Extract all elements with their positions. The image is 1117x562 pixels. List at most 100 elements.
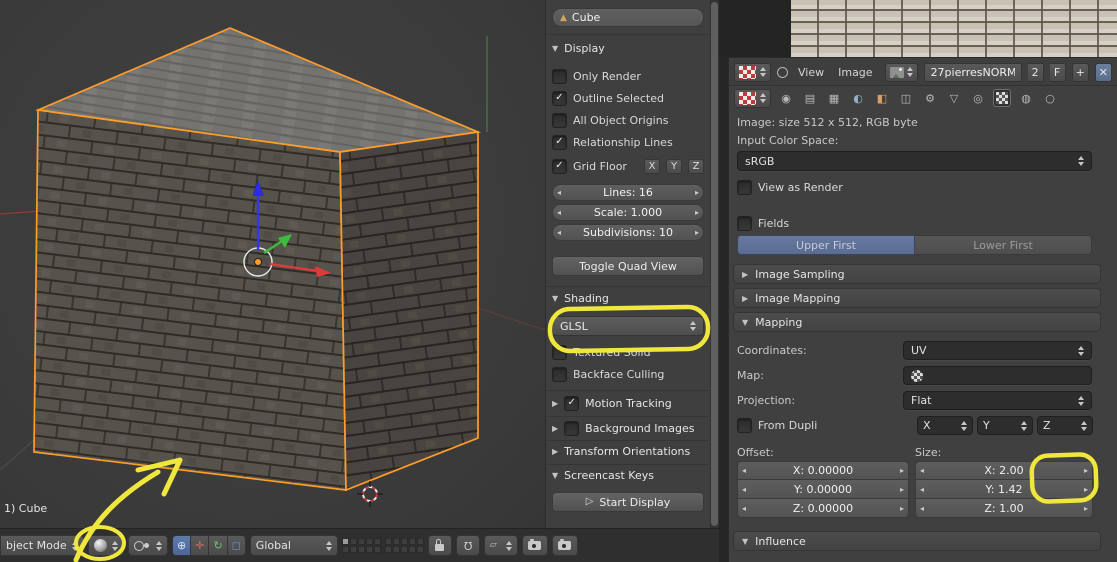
- npanel-scrollbar[interactable]: [710, 0, 719, 528]
- display-panel-header[interactable]: ▼ Display: [552, 42, 704, 55]
- checkbox[interactable]: [552, 159, 567, 174]
- context-material-tab[interactable]: ◎: [969, 89, 987, 107]
- checkbox-view-as-render[interactable]: View as Render: [737, 179, 1092, 195]
- grid-lines-field[interactable]: ◂ Lines: 16 ▸: [552, 184, 704, 201]
- grid-scale-field[interactable]: ◂ Scale: 1.000 ▸: [552, 204, 704, 221]
- background-images-panel-header[interactable]: ▶ Background Images: [552, 421, 704, 436]
- axis-y-dropdown[interactable]: Y: [977, 416, 1033, 435]
- upper-first-button[interactable]: Upper First: [737, 235, 915, 255]
- increment-arrow-icon[interactable]: ▸: [695, 228, 699, 237]
- checkbox-backface-culling[interactable]: Backface Culling: [552, 366, 704, 382]
- transform-orientations-panel-header[interactable]: ▶ Transform Orientations: [552, 445, 704, 458]
- layer-cell[interactable]: [393, 538, 400, 545]
- screencast-keys-panel-header[interactable]: ▼ Screencast Keys: [552, 469, 704, 482]
- lower-first-button[interactable]: Lower First: [915, 235, 1092, 255]
- editor-type-button[interactable]: [734, 89, 771, 108]
- layer-grid-2[interactable]: [385, 538, 424, 553]
- layer-cell[interactable]: [409, 546, 416, 553]
- context-scene-tab[interactable]: ▦: [825, 89, 843, 107]
- checkbox-grid-floor[interactable]: Grid Floor X Y Z: [552, 158, 704, 174]
- checkbox-fields[interactable]: Fields: [737, 215, 1092, 231]
- transform-orientation-dropdown[interactable]: Global: [250, 535, 338, 556]
- context-particles-tab[interactable]: ◍: [1017, 89, 1035, 107]
- snap-magnet-button[interactable]: Ω: [456, 535, 480, 556]
- checkbox[interactable]: [552, 69, 567, 84]
- context-constraints-tab[interactable]: ◫: [897, 89, 915, 107]
- checkbox[interactable]: [737, 180, 752, 195]
- grid-axis-y-button[interactable]: Y: [666, 159, 682, 174]
- 3d-viewport[interactable]: 1) Cube: [0, 0, 545, 528]
- image-editor-view[interactable]: [719, 0, 1117, 57]
- shading-mode-dropdown[interactable]: GLSL: [552, 316, 704, 336]
- layer-cell[interactable]: [358, 538, 365, 545]
- offset-x-field[interactable]: ◂ X: 0.00000 ▸: [737, 461, 909, 480]
- layer-cell[interactable]: [374, 546, 381, 553]
- checkbox[interactable]: [737, 418, 752, 433]
- checkbox-only-render[interactable]: Only Render: [552, 68, 704, 84]
- increment-arrow-icon[interactable]: ▸: [695, 208, 699, 217]
- increment-arrow-icon[interactable]: ▸: [1084, 466, 1088, 475]
- layer-cell[interactable]: [366, 546, 373, 553]
- context-data-tab[interactable]: ▽: [945, 89, 963, 107]
- increment-arrow-icon[interactable]: ▸: [1084, 504, 1088, 513]
- checkbox[interactable]: [737, 216, 752, 231]
- layer-cell[interactable]: [374, 538, 381, 545]
- layer-cell[interactable]: [401, 538, 408, 545]
- mapping-section-header[interactable]: ▼ Mapping: [733, 312, 1101, 332]
- offset-y-field[interactable]: ◂ Y: 0.00000 ▸: [737, 480, 909, 499]
- increment-arrow-icon[interactable]: ▸: [900, 485, 904, 494]
- checkbox-all-object-origins[interactable]: All Object Origins: [552, 112, 704, 128]
- color-space-dropdown[interactable]: sRGB: [737, 151, 1092, 171]
- map-dropdown[interactable]: [903, 366, 1092, 385]
- layer-cell[interactable]: [393, 546, 400, 553]
- layer-cell[interactable]: [342, 538, 349, 545]
- scrollbar-thumb[interactable]: [711, 2, 718, 526]
- checkbox[interactable]: [552, 367, 567, 382]
- image-name-field[interactable]: 27pierresNORMAL.jpg: [924, 63, 1022, 82]
- layer-cell[interactable]: [350, 538, 357, 545]
- checkbox-textured-solid[interactable]: Textured Solid: [552, 344, 704, 360]
- axis-z-dropdown[interactable]: Z: [1037, 416, 1093, 435]
- context-object-tab[interactable]: ◧: [873, 89, 891, 107]
- checkbox[interactable]: [552, 135, 567, 150]
- toggle-quad-view-button[interactable]: Toggle Quad View: [552, 256, 704, 276]
- opengl-render-anim-button[interactable]: [552, 535, 578, 556]
- checkbox[interactable]: [552, 345, 567, 360]
- layer-cell[interactable]: [350, 546, 357, 553]
- shading-panel-header[interactable]: ▼ Shading: [552, 292, 704, 305]
- layer-cell[interactable]: [358, 546, 365, 553]
- size-z-field[interactable]: ◂ Z: 1.00 ▸: [915, 499, 1093, 518]
- start-display-button[interactable]: ▷ Start Display: [552, 492, 704, 512]
- layer-cell[interactable]: [409, 538, 416, 545]
- pivot-point-dropdown[interactable]: [128, 535, 168, 556]
- size-y-field[interactable]: ◂ Y: 1.42 ▸: [915, 480, 1093, 499]
- increment-arrow-icon[interactable]: ▸: [900, 504, 904, 513]
- image-mapping-section-header[interactable]: ▶ Image Mapping: [733, 288, 1101, 308]
- mode-dropdown[interactable]: bject Mode: [0, 535, 84, 556]
- grid-axis-z-button[interactable]: Z: [688, 159, 704, 174]
- object-name-field[interactable]: ▲ Cube: [552, 8, 704, 27]
- checkbox[interactable]: [552, 113, 567, 128]
- axis-x-dropdown[interactable]: X: [917, 416, 973, 435]
- layer-cell[interactable]: [417, 538, 424, 545]
- menu-image[interactable]: Image: [834, 66, 876, 79]
- context-world-tab[interactable]: ◐: [849, 89, 867, 107]
- layer-cell[interactable]: [366, 538, 373, 545]
- scale-manipulator-button[interactable]: ◻: [228, 535, 246, 556]
- checkbox[interactable]: [564, 396, 579, 411]
- checkbox-relationship-lines[interactable]: Relationship Lines: [552, 134, 704, 150]
- lock-to-scene-button[interactable]: [428, 535, 452, 556]
- influence-section-header[interactable]: ▼ Influence: [733, 531, 1101, 551]
- rotate-manipulator-button[interactable]: ↻: [209, 535, 227, 556]
- translate-manipulator-button[interactable]: ✛: [191, 535, 209, 556]
- grid-subdivisions-field[interactable]: ◂ Subdivisions: 10 ▸: [552, 224, 704, 241]
- layer-cell[interactable]: [401, 546, 408, 553]
- offset-z-field[interactable]: ◂ Z: 0.00000 ▸: [737, 499, 909, 518]
- checkbox-outline-selected[interactable]: Outline Selected: [552, 90, 704, 106]
- coordinates-dropdown[interactable]: UV: [903, 341, 1092, 360]
- checkbox[interactable]: [564, 421, 579, 436]
- layer-cell[interactable]: [385, 546, 392, 553]
- layer-cell[interactable]: [417, 546, 424, 553]
- fake-user-button[interactable]: F: [1050, 63, 1066, 82]
- manipulator-toggle-button[interactable]: ⊕: [172, 535, 191, 556]
